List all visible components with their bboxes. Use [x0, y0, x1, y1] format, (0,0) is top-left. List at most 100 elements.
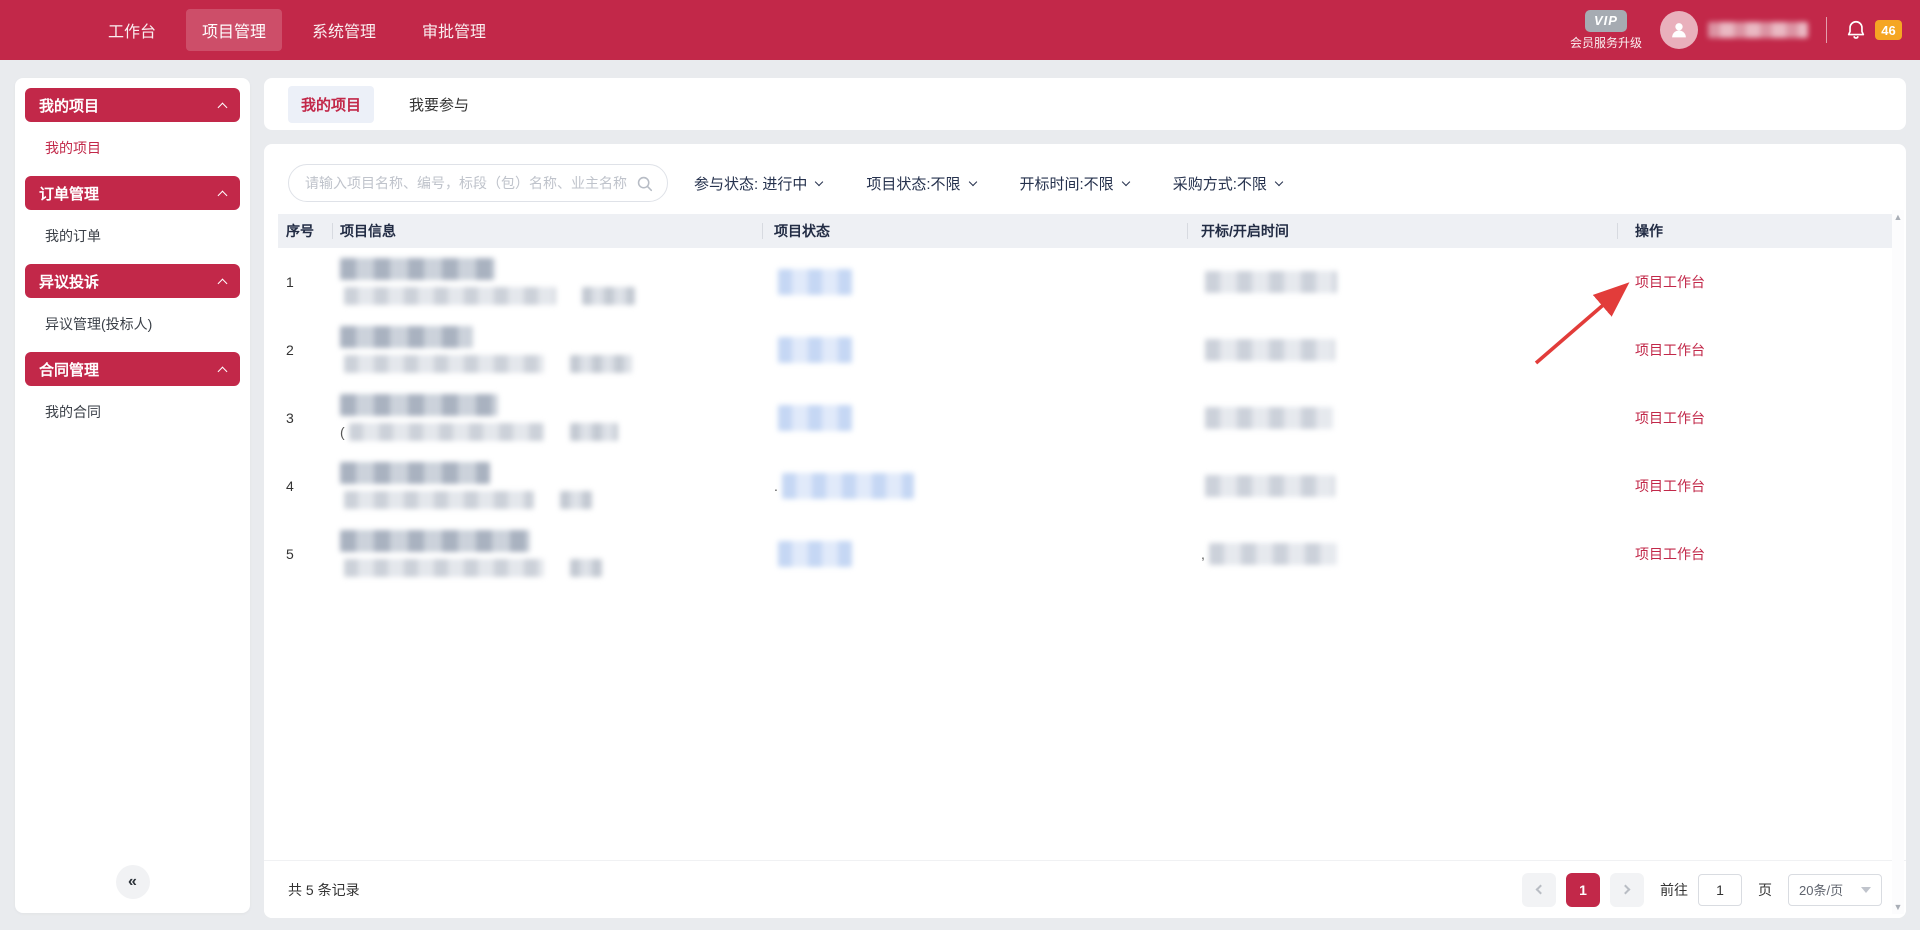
- filter-procurement-method[interactable]: 采购方式:不限: [1173, 173, 1282, 194]
- table-header: 序号 项目信息 项目状态 开标/开启时间 操作: [278, 214, 1892, 248]
- project-name-redacted: [340, 462, 490, 484]
- project-workbench-link[interactable]: 项目工作台: [1635, 408, 1705, 428]
- tab-my-projects[interactable]: 我的项目: [288, 86, 374, 123]
- project-list-panel: 参与状态: 进行中 项目状态:不限 开标时间:不限 采购方式:不限 序号 项目信…: [264, 144, 1906, 918]
- open-time-cell: [1187, 271, 1617, 293]
- sidebar-item-my-contracts[interactable]: 我的合同: [25, 386, 240, 438]
- search-input[interactable]: [305, 175, 628, 191]
- tab-want-to-participate[interactable]: 我要参与: [396, 86, 482, 123]
- filter-label: 开标时间:不限: [1020, 173, 1114, 194]
- next-page-button[interactable]: [1610, 873, 1644, 907]
- project-status-cell: .: [762, 473, 1187, 499]
- open-time-cell: ,: [1187, 543, 1617, 565]
- open-time-redacted: [1205, 407, 1333, 429]
- open-time-cell: [1187, 407, 1617, 429]
- project-info-cell: [332, 530, 762, 577]
- row-index: 2: [278, 342, 332, 358]
- project-name-redacted: [340, 258, 495, 280]
- filters: 参与状态: 进行中 项目状态:不限 开标时间:不限 采购方式:不限: [694, 173, 1282, 194]
- chevron-down-icon: [968, 177, 976, 185]
- project-code-redacted: [344, 491, 534, 509]
- open-time-redacted: [1205, 271, 1337, 293]
- current-page-button[interactable]: 1: [1566, 873, 1600, 907]
- topbar-right: VIP 会员服务升级 46: [1570, 10, 1902, 51]
- filter-bid-opening-time[interactable]: 开标时间:不限: [1020, 173, 1129, 194]
- person-icon: [1668, 19, 1690, 41]
- topnav-item-project-management[interactable]: 项目管理: [186, 9, 282, 51]
- open-time-cell: [1187, 339, 1617, 361]
- status-prefix: .: [774, 478, 778, 494]
- column-header-project-status: 项目状态: [762, 214, 1187, 248]
- search-box[interactable]: [288, 164, 668, 202]
- collapse-icon: «: [128, 873, 137, 891]
- column-header-index: 序号: [278, 214, 332, 248]
- actions-cell: 项目工作台: [1617, 340, 1892, 360]
- chevron-right-icon: [1621, 885, 1631, 895]
- scroll-up-icon[interactable]: ▲: [1894, 210, 1903, 224]
- filter-label: 采购方式:不限: [1173, 173, 1267, 194]
- chevron-up-icon: [218, 190, 228, 200]
- filter-project-status[interactable]: 项目状态:不限: [866, 173, 975, 194]
- vip-icon: VIP: [1585, 10, 1627, 32]
- table-row: 3 ( 项目工作台: [278, 384, 1892, 452]
- topnav-item-workbench[interactable]: 工作台: [92, 9, 172, 51]
- column-header-open-time: 开标/开启时间: [1187, 214, 1617, 248]
- vip-upgrade[interactable]: VIP 会员服务升级: [1570, 10, 1642, 51]
- project-workbench-link[interactable]: 项目工作台: [1635, 340, 1705, 360]
- sidebar: 我的项目 我的项目 订单管理 我的订单 异议投诉 异议管理(投标人) 合同管理 …: [15, 78, 250, 913]
- chevron-up-icon: [218, 278, 228, 288]
- project-tag-redacted: [570, 423, 618, 441]
- topnav-item-approval-management[interactable]: 审批管理: [406, 9, 502, 51]
- project-status-cell: [762, 337, 1187, 363]
- scroll-down-icon[interactable]: ▼: [1894, 900, 1903, 914]
- goto-page-input[interactable]: [1698, 874, 1742, 906]
- project-status-cell: [762, 269, 1187, 295]
- avatar: [1660, 11, 1698, 49]
- status-badge-redacted: [778, 337, 852, 363]
- project-tag-redacted: [560, 491, 592, 509]
- sidebar-group-order-management[interactable]: 订单管理: [25, 176, 240, 210]
- sidebar-collapse-button[interactable]: «: [116, 865, 150, 899]
- prev-page-button[interactable]: [1522, 873, 1556, 907]
- top-bar: 工作台 项目管理 系统管理 审批管理 VIP 会员服务升级 46: [0, 0, 1920, 60]
- column-header-project-info: 项目信息: [332, 214, 762, 248]
- project-status-cell: [762, 405, 1187, 431]
- sidebar-group-my-projects[interactable]: 我的项目: [25, 88, 240, 122]
- project-workbench-link[interactable]: 项目工作台: [1635, 476, 1705, 496]
- sidebar-group-contract-management[interactable]: 合同管理: [25, 352, 240, 386]
- project-info-cell: (: [332, 394, 762, 441]
- project-info-cell: [332, 326, 762, 373]
- sidebar-item-my-projects[interactable]: 我的项目: [25, 122, 240, 174]
- filter-participation-status[interactable]: 参与状态: 进行中: [694, 173, 822, 194]
- notifications[interactable]: 46: [1845, 18, 1902, 42]
- project-tag-redacted: [570, 355, 632, 373]
- project-name-redacted: [340, 326, 473, 348]
- sidebar-item-my-orders[interactable]: 我的订单: [25, 210, 240, 262]
- table-row: 2 项目工作台: [278, 316, 1892, 384]
- sidebar-group-label: 合同管理: [39, 359, 99, 380]
- row-index: 4: [278, 478, 332, 494]
- scrollbar[interactable]: ▲ ▼: [1892, 210, 1904, 914]
- project-tag-redacted: [582, 287, 635, 305]
- sidebar-group-objection-complaint[interactable]: 异议投诉: [25, 264, 240, 298]
- table-row: 4 . 项目工作台: [278, 452, 1892, 520]
- user-menu[interactable]: [1660, 11, 1808, 49]
- project-tag-redacted: [570, 559, 602, 577]
- project-workbench-link[interactable]: 项目工作台: [1635, 272, 1705, 292]
- notification-count-badge: 46: [1875, 20, 1902, 40]
- topnav-item-system-management[interactable]: 系统管理: [296, 9, 392, 51]
- project-workbench-link[interactable]: 项目工作台: [1635, 544, 1705, 564]
- tabs-bar: 我的项目 我要参与: [264, 78, 1906, 130]
- table-row: 5 , 项目工作台: [278, 520, 1892, 588]
- total-records-text: 共 5 条记录: [288, 880, 360, 900]
- page-unit-label: 页: [1758, 880, 1772, 900]
- status-badge-redacted: [778, 541, 852, 567]
- sidebar-item-objection-management[interactable]: 异议管理(投标人): [25, 298, 240, 350]
- project-code-redacted: [349, 423, 544, 441]
- chevron-down-icon: [815, 177, 823, 185]
- project-info-cell: [332, 462, 762, 509]
- search-icon[interactable]: [636, 175, 653, 192]
- status-badge-redacted: [778, 405, 852, 431]
- page-size-select[interactable]: 20条/页: [1788, 874, 1882, 906]
- column-header-actions: 操作: [1617, 214, 1892, 248]
